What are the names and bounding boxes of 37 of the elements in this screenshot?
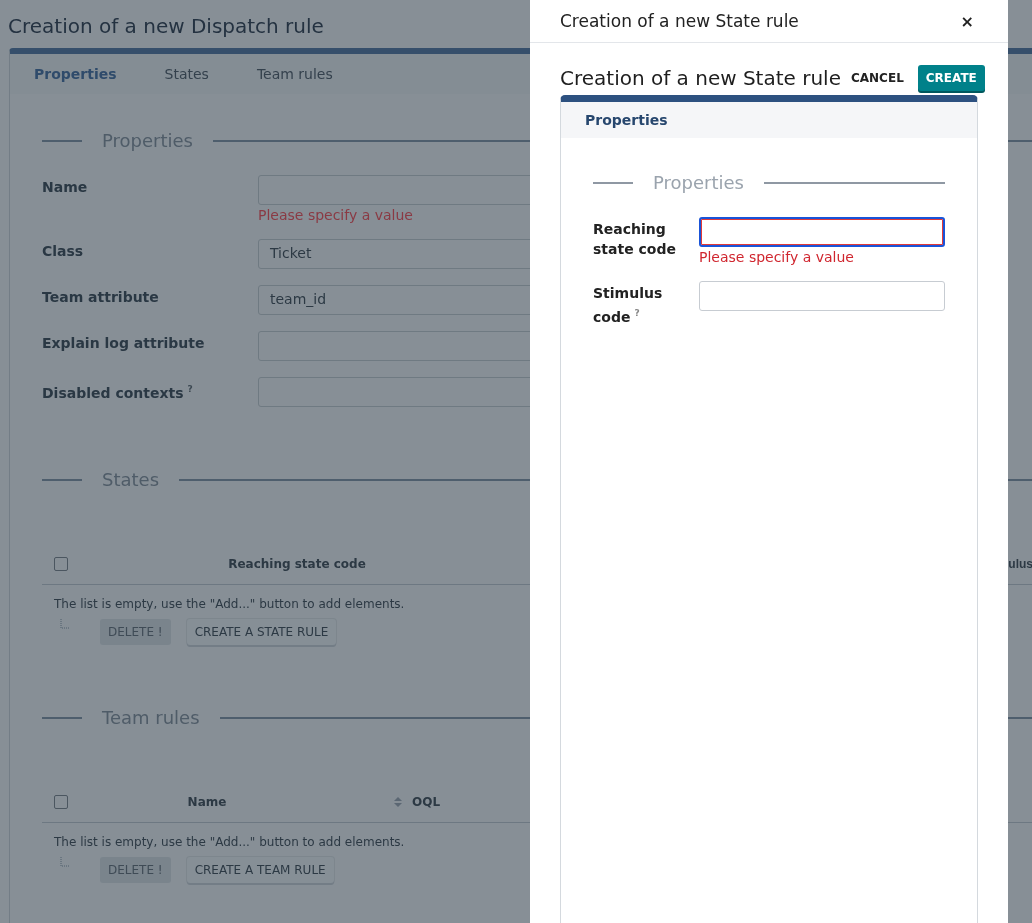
- field-label: Explain log attribute: [42, 334, 206, 353]
- select-all-checkbox[interactable]: [54, 795, 68, 809]
- empty-list-message: The list is empty, use the "Add..." button to add elements.: [53, 596, 406, 611]
- create-button[interactable]: CREATE A STATE RULE: [186, 619, 337, 645]
- column-header: ulus: [1007, 557, 1032, 571]
- error-message: Please specify a value: [699, 249, 855, 265]
- section-title: Properties: [653, 172, 744, 193]
- tab[interactable]: Properties: [34, 66, 141, 82]
- close-button[interactable]: ×: [956, 11, 978, 31]
- field-label: Class: [42, 242, 85, 261]
- column-header: OQL: [412, 795, 442, 809]
- field-label: Disabled contexts $^{?}$: [42, 383, 194, 403]
- input-field[interactable]: [699, 217, 945, 247]
- drawer-title: Creation of a new State rule: [560, 11, 799, 31]
- field-label: Team attribute: [42, 288, 160, 307]
- error-message: Please specify a value: [258, 207, 414, 223]
- section-title: Team rules: [102, 707, 200, 728]
- create-button[interactable]: CREATE: [917, 65, 985, 91]
- select-all-checkbox[interactable]: [54, 557, 68, 571]
- page-title: Creation of a new Dispatch rule: [8, 14, 324, 38]
- column-header: Reaching state code: [227, 557, 367, 571]
- tree-connector-icon: [60, 857, 70, 867]
- empty-list-message: The list is empty, use the "Add..." button to add elements.: [53, 834, 406, 849]
- section-title: Properties: [102, 130, 193, 151]
- field-label: Reaching state code: [593, 220, 677, 259]
- form-heading: Creation of a new State rule: [560, 66, 841, 90]
- tab[interactable]: Properties: [585, 112, 668, 128]
- column-header: Name: [186, 795, 228, 809]
- field-label: Stimulus code $^{?}$: [593, 284, 664, 327]
- tab[interactable]: States: [164, 66, 233, 82]
- tree-connector-icon: [60, 619, 70, 629]
- section-title: States: [102, 469, 160, 490]
- cancel-button[interactable]: CANCEL: [851, 67, 904, 89]
- create-button[interactable]: CREATE A TEAM RULE: [186, 857, 334, 883]
- tab[interactable]: Team rules: [256, 66, 357, 82]
- field-label: Name: [42, 178, 89, 197]
- sort-icon[interactable]: [394, 797, 402, 807]
